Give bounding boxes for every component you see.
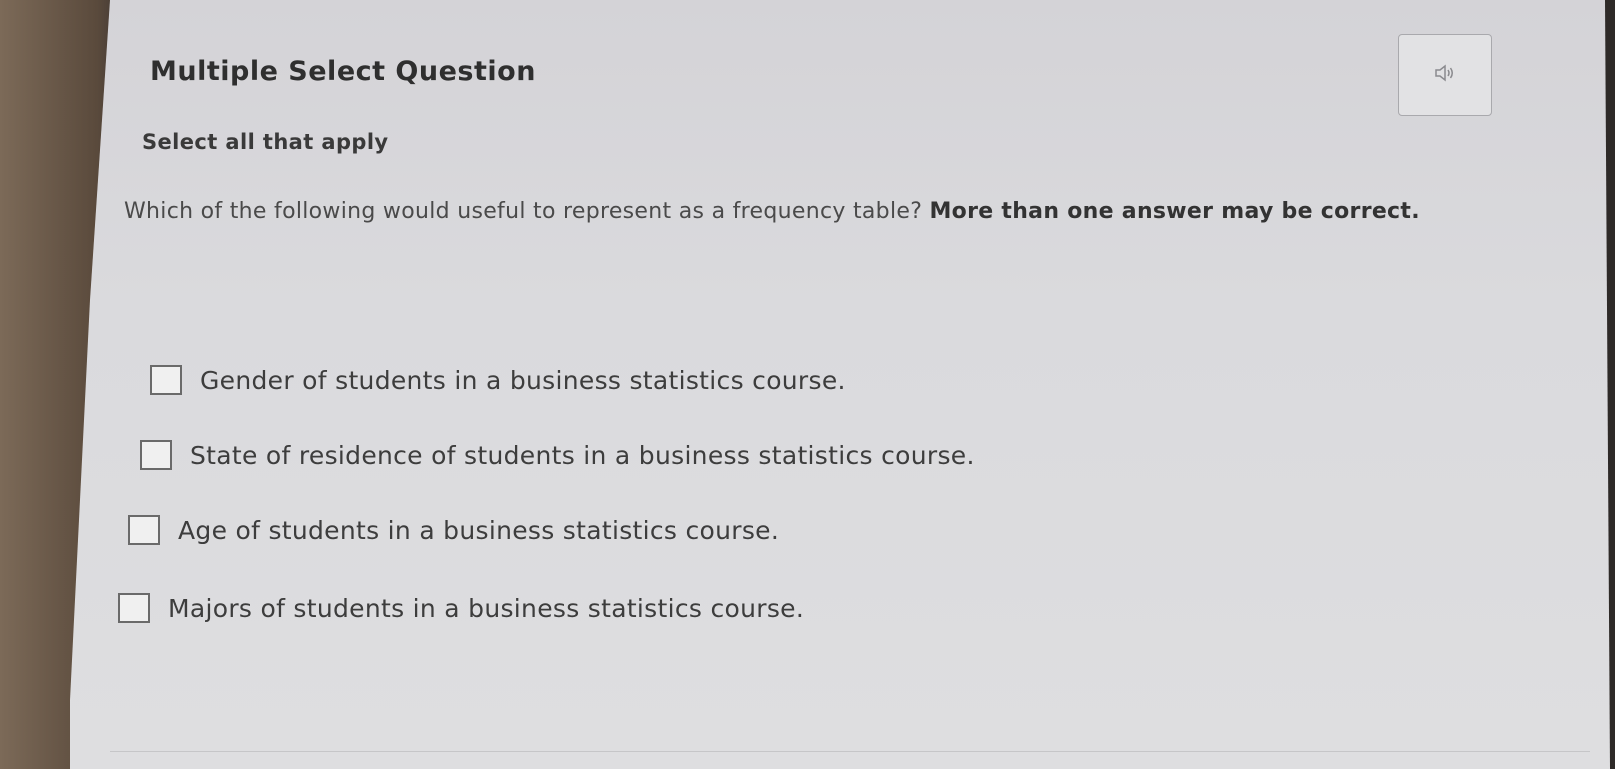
checkbox[interactable]	[128, 515, 160, 545]
option-label: Age of students in a business statistics…	[178, 515, 780, 545]
option-label: State of residence of students in a busi…	[190, 440, 975, 470]
checkbox[interactable]	[150, 365, 182, 395]
answer-option-majors[interactable]: Majors of students in a business statist…	[118, 593, 804, 623]
question-type-title: Multiple Select Question	[150, 56, 536, 87]
question-card: Multiple Select Question Select all that…	[110, 10, 1590, 760]
option-label: Majors of students in a business statist…	[168, 593, 805, 623]
checkbox[interactable]	[118, 593, 150, 623]
prompt-bold-note: More than one answer may be correct.	[929, 199, 1420, 224]
speaker-icon	[1434, 64, 1456, 86]
question-prompt: Which of the following would useful to r…	[124, 194, 1504, 230]
answer-option-gender[interactable]: Gender of students in a business statist…	[150, 365, 846, 395]
instruction-label: Select all that apply	[142, 130, 389, 154]
read-aloud-button[interactable]	[1398, 34, 1492, 116]
divider	[110, 751, 1590, 752]
prompt-text: Which of the following would useful to r…	[124, 199, 930, 224]
answer-option-state[interactable]: State of residence of students in a busi…	[140, 440, 975, 470]
answer-option-age[interactable]: Age of students in a business statistics…	[128, 515, 779, 545]
option-label: Gender of students in a business statist…	[200, 365, 846, 395]
checkbox[interactable]	[140, 440, 172, 470]
